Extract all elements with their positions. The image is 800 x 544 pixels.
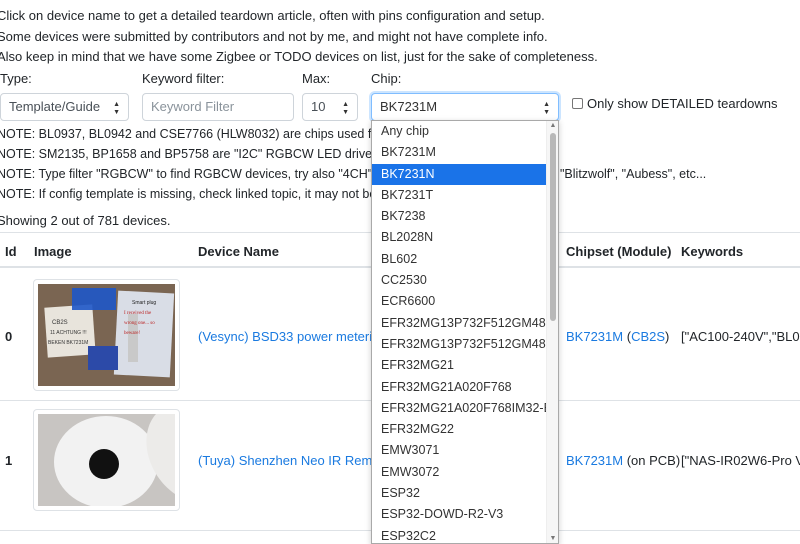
scroll-down-icon[interactable]: ▼ (547, 535, 558, 542)
chip-option[interactable]: BK7231T (372, 185, 558, 206)
dropdown-scrollbar[interactable]: ▲ ▼ (546, 121, 558, 543)
chip-option[interactable]: EFR32MG22 (372, 419, 558, 440)
row-1-chip-link[interactable]: BK7231M (566, 453, 623, 468)
row-1-id: 1 (5, 453, 13, 468)
keyword-filter-placeholder: Keyword Filter (151, 99, 235, 114)
chip-option[interactable]: BK7238 (372, 206, 558, 227)
note-1: NOTE: BL0937, BL0942 and CSE7766 (HLW803… (0, 127, 407, 141)
chip-option[interactable]: CC2530 (372, 270, 558, 291)
chip-option[interactable]: EFR32MG13P732F512GM48-C (372, 334, 558, 355)
chip-label: Chip: (371, 71, 402, 86)
chip-dropdown-list[interactable]: Any chip BK7231M BK7231N BK7231T BK7238 BL202… (371, 120, 559, 544)
row-1-keywords: ["NAS-IR02W6-Pro V3 (681, 453, 800, 468)
svg-text:I received the: I received the (124, 311, 152, 316)
note-3: NOTE: Type filter "RGBCW" to find RGBCW … (0, 167, 398, 181)
row-0-device-link[interactable]: (Vesync) BSD33 power metering p (198, 329, 397, 344)
svg-text:BEKEN BK7231M: BEKEN BK7231M (48, 340, 88, 346)
keyword-filter-label: Keyword filter: (142, 71, 225, 86)
chip-option[interactable]: Any chip (372, 121, 558, 142)
svg-text:Smart plug: Smart plug (132, 300, 156, 306)
chip-option[interactable]: EMW3071 (372, 440, 558, 461)
type-select-value: Template/Guide (9, 99, 101, 114)
chip-select[interactable]: BK7231M ▲ ▼ (371, 93, 559, 121)
svg-text:11 ACHTUNG !!!: 11 ACHTUNG !!! (50, 330, 87, 336)
row-0-module-link[interactable]: CB2S (631, 329, 665, 344)
note-3-tail: "Blitzwolf", "Aubess", etc... (560, 167, 707, 181)
chevron-updown-icon: ▲ ▼ (342, 101, 349, 116)
chip-option[interactable]: ECR6600 (372, 291, 558, 312)
intro-line-1: Click on device name to get a detailed t… (0, 8, 545, 23)
row-0-chip-link[interactable]: BK7231M (566, 329, 623, 344)
row-0-image[interactable]: CB2S 11 ACHTUNG !!! BEKEN BK7231M Smart … (33, 279, 180, 391)
chip-option[interactable]: BK7231M (372, 142, 558, 163)
keyword-filter-input[interactable]: Keyword Filter (142, 93, 294, 121)
chevron-updown-icon: ▲ ▼ (113, 101, 120, 116)
type-label: Type: (0, 71, 32, 86)
scroll-up-icon[interactable]: ▲ (547, 122, 558, 129)
col-header-keywords: Keywords (681, 244, 744, 259)
type-select[interactable]: Template/Guide ▲ ▼ (0, 93, 129, 121)
chip-option[interactable]: BL602 (372, 249, 558, 270)
chip-options: Any chip BK7231M BK7231N BK7231T BK7238 BL202… (372, 121, 558, 543)
row-0-chipset: BK7231M (CB2S) (566, 329, 670, 344)
chip-option[interactable]: EFR32MG21 (372, 355, 558, 376)
chevron-updown-icon: ▲ ▼ (543, 101, 550, 116)
chip-option[interactable]: EFR32MG21A020F768 (372, 377, 558, 398)
col-header-image: Image (34, 244, 72, 259)
max-select[interactable]: 10 ▲ ▼ (302, 93, 358, 121)
col-header-id: Id (5, 244, 17, 259)
chip-option[interactable]: EFR32MG21A020F768IM32-B (372, 398, 558, 419)
chip-option[interactable]: ESP32-DOWD-R2-V3 (372, 504, 558, 525)
results-summary: Showing 2 out of 781 devices. (0, 213, 171, 228)
chip-option[interactable]: ESP32C2 (372, 526, 558, 543)
chip-option[interactable]: EMW3072 (372, 462, 558, 483)
device-photo-icon: CB2S 11 ACHTUNG !!! BEKEN BK7231M Smart … (38, 284, 175, 386)
chip-option[interactable]: BK7231N (372, 163, 558, 185)
row-0-keywords: ["AC100-240V","BL0937 (681, 329, 800, 344)
svg-text:wrong one... so: wrong one... so (124, 321, 155, 326)
chip-option[interactable]: ESP32 (372, 483, 558, 504)
detailed-checkbox[interactable] (572, 98, 583, 109)
intro-line-2: Some devices were submitted by contribut… (0, 29, 548, 44)
chip-select-value: BK7231M (380, 99, 438, 114)
svg-text:beware!: beware! (124, 331, 140, 336)
row-0-id: 0 (5, 329, 13, 344)
row-1-image[interactable] (33, 409, 180, 511)
intro-line-3: Also keep in mind that we have some Zigb… (0, 49, 598, 64)
row-1-chipset: BK7231M (on PCB) (566, 453, 681, 468)
detailed-checkbox-label[interactable]: Only show DETAILED teardowns (587, 96, 778, 111)
note-4: NOTE: If config template is missing, che… (0, 187, 391, 201)
chip-option[interactable]: EFR32MG13P732F512GM48 (372, 313, 558, 334)
scrollbar-thumb[interactable] (550, 133, 556, 321)
col-header-device-name: Device Name (198, 244, 279, 259)
max-label: Max: (302, 71, 331, 86)
col-header-chipset: Chipset (Module) (566, 244, 672, 259)
note-2: NOTE: SM2135, BP1658 and BP5758 are "I2C… (0, 147, 386, 161)
device-photo-icon (38, 414, 175, 506)
chip-option[interactable]: BL2028N (372, 227, 558, 248)
max-select-value: 10 (311, 99, 326, 114)
svg-text:CB2S: CB2S (52, 320, 68, 326)
